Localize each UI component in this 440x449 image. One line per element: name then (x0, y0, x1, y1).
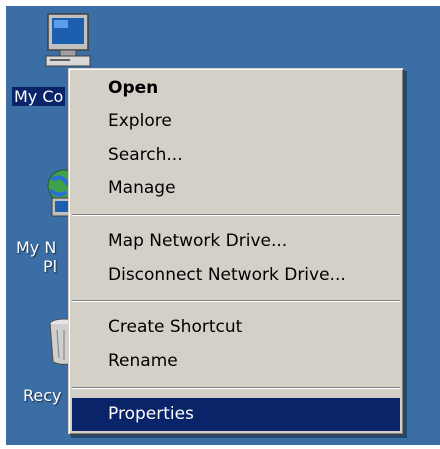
desktop: My Co My N Pl Recy Open Explore Search..… (6, 6, 440, 445)
my-computer-icon (45, 13, 91, 67)
menu-item-open[interactable]: Open (72, 72, 400, 105)
menu-item-create-shortcut[interactable]: Create Shortcut (72, 311, 400, 344)
menu-item-search[interactable]: Search... (72, 139, 400, 172)
menu-separator (72, 387, 400, 389)
recycle-bin-label: Recy (23, 386, 62, 405)
context-menu: Open Explore Search... Manage Map Networ… (68, 68, 404, 435)
menu-item-properties[interactable]: Properties (72, 398, 400, 431)
menu-item-rename[interactable]: Rename (72, 345, 400, 378)
menu-separator (72, 214, 400, 216)
menu-item-explore[interactable]: Explore (72, 105, 400, 138)
menu-item-disconnect-network-drive[interactable]: Disconnect Network Drive... (72, 259, 400, 292)
menu-item-map-network-drive[interactable]: Map Network Drive... (72, 225, 400, 258)
my-network-places-label-line1: My N (16, 238, 57, 257)
menu-item-manage[interactable]: Manage (72, 172, 400, 205)
menu-separator (72, 300, 400, 302)
my-computer-label: My Co (12, 87, 66, 106)
my-network-places-label-line2: Pl (43, 257, 58, 276)
